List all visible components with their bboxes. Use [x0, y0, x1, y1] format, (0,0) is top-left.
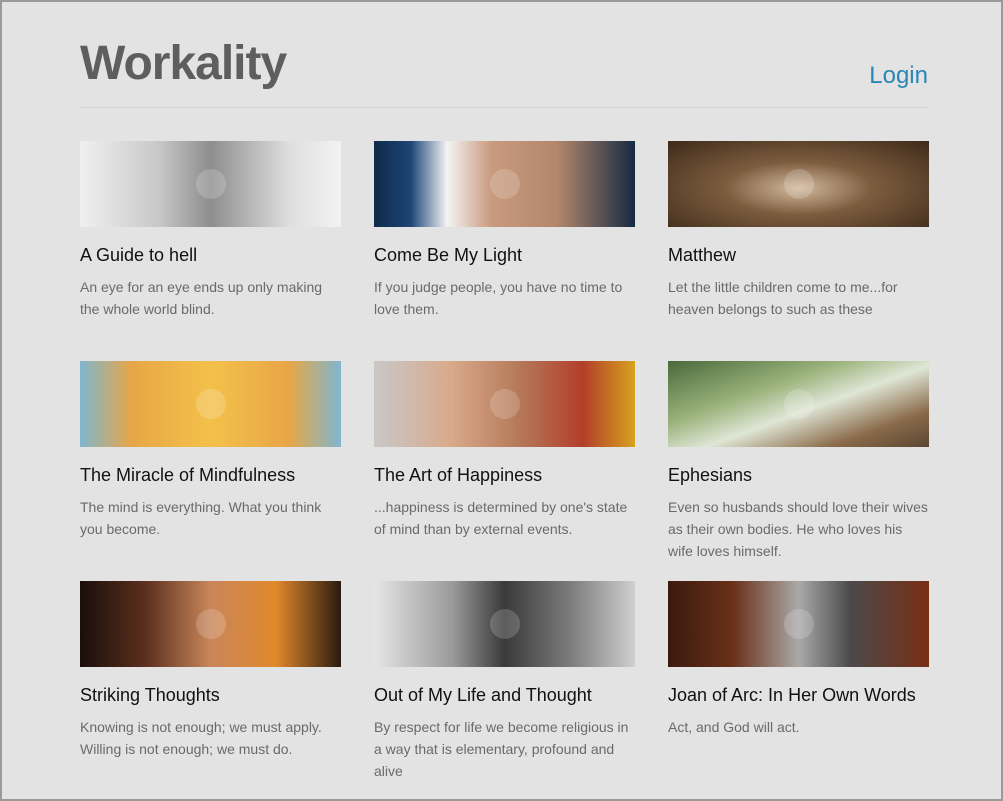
book-title[interactable]: Striking Thoughts [80, 685, 341, 706]
book-title[interactable]: The Miracle of Mindfulness [80, 465, 341, 486]
book-quote: ...happiness is determined by one's stat… [374, 499, 628, 537]
book-quote: Knowing is not enough; we must apply. Wi… [80, 719, 322, 757]
book-quote: If you judge people, you have no time to… [374, 279, 623, 317]
photo-image-icon [489, 609, 520, 639]
portrait-image-icon [489, 389, 520, 419]
book-card[interactable]: The Miracle of Mindfulness The mind is e… [80, 361, 341, 540]
book-quote: An eye for an eye ends up only making th… [80, 279, 323, 317]
book-thumbnail[interactable] [80, 361, 341, 447]
portrait-image-icon [195, 169, 226, 199]
book-card[interactable]: Joan of Arc: In Her Own Words Act, and G… [668, 581, 929, 738]
site-logo[interactable]: Workality [80, 36, 287, 91]
book-title[interactable]: A Guide to hell [80, 245, 341, 266]
book-quote: Act, and God will act. [668, 719, 800, 735]
book-card[interactable]: Striking Thoughts Knowing is not enough;… [80, 581, 341, 760]
book-title[interactable]: Matthew [668, 245, 929, 266]
book-thumbnail[interactable] [374, 361, 635, 447]
book-quote: By respect for life we become religious … [374, 719, 629, 779]
book-title[interactable]: The Art of Happiness [374, 465, 635, 486]
portrait-image-icon [783, 169, 814, 199]
book-card[interactable]: The Art of Happiness ...happiness is det… [374, 361, 635, 540]
book-title[interactable]: Joan of Arc: In Her Own Words [668, 685, 929, 706]
painting-image-icon [783, 609, 814, 639]
book-title[interactable]: Out of My Life and Thought [374, 685, 635, 706]
book-card[interactable]: Out of My Life and Thought By respect fo… [374, 581, 635, 782]
book-quote: Let the little children come to me...for… [668, 279, 898, 317]
book-card[interactable]: Ephesians Even so husbands should love t… [668, 361, 929, 562]
book-thumbnail[interactable] [374, 581, 635, 667]
book-thumbnail[interactable] [668, 581, 929, 667]
book-card[interactable]: Matthew Let the little children come to … [668, 141, 929, 320]
book-thumbnail[interactable] [668, 361, 929, 447]
portrait-image-icon [489, 169, 520, 199]
photo-image-icon [195, 609, 226, 639]
site-header: Workality Login [80, 2, 928, 108]
book-thumbnail[interactable] [374, 141, 635, 227]
book-title[interactable]: Come Be My Light [374, 245, 635, 266]
book-thumbnail[interactable] [80, 141, 341, 227]
book-title[interactable]: Ephesians [668, 465, 929, 486]
book-quote: Even so husbands should love their wives… [668, 499, 928, 559]
book-thumbnail[interactable] [668, 141, 929, 227]
book-card[interactable]: A Guide to hell An eye for an eye ends u… [80, 141, 341, 320]
login-link[interactable]: Login [869, 62, 928, 90]
book-card[interactable]: Come Be My Light If you judge people, yo… [374, 141, 635, 320]
book-quote: The mind is everything. What you think y… [80, 499, 322, 537]
book-thumbnail[interactable] [80, 581, 341, 667]
painting-image-icon [783, 389, 814, 419]
painting-image-icon [195, 389, 226, 419]
